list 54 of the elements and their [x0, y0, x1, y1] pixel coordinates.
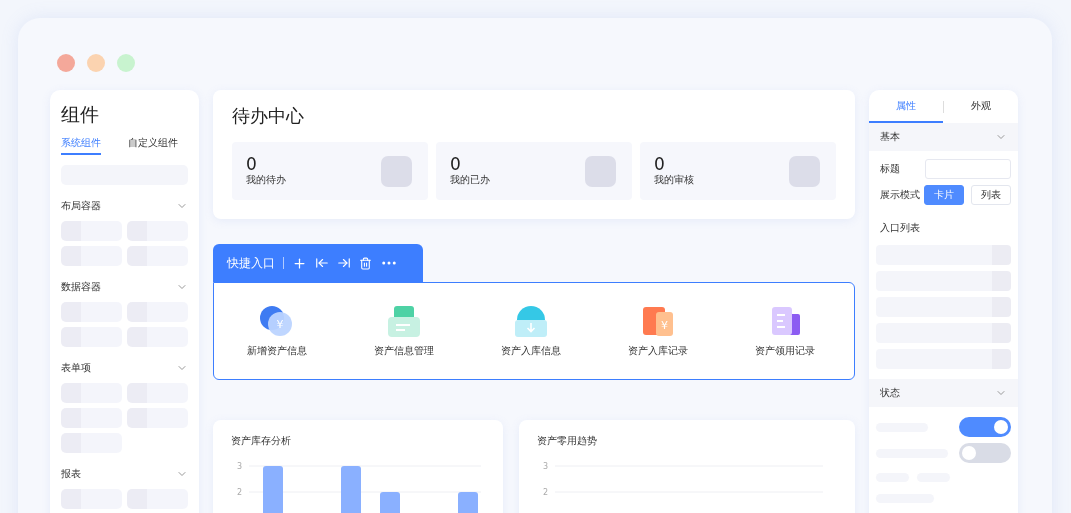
stat-value: 0: [450, 154, 462, 174]
stat-value: 0: [654, 154, 666, 174]
field-label: 展示模式: [880, 188, 920, 202]
axis-label: 2: [543, 488, 549, 497]
stat-card[interactable]: 0 我的待办: [232, 142, 428, 200]
toolbar-title: 快捷入口: [227, 254, 275, 272]
panel-tab[interactable]: 自定义组件: [128, 136, 178, 155]
placeholder-icon: [789, 155, 820, 187]
panel-tab[interactable]: 系统组件: [61, 136, 101, 155]
maximize-dot[interactable]: [117, 54, 135, 72]
bar: [458, 492, 478, 513]
toggle-switch[interactable]: [959, 443, 1011, 463]
entry-label[interactable]: 资产信息管理: [374, 344, 435, 358]
arrow-to-left-icon[interactable]: [315, 256, 329, 270]
field-label: 标题: [880, 162, 900, 176]
stat-label: 我的审核: [654, 173, 694, 188]
entry-label[interactable]: 资产领用记录: [754, 344, 815, 358]
placeholder-icon: [381, 155, 412, 187]
section-title: 数据容器: [61, 280, 101, 294]
bar: [341, 466, 361, 513]
section-title: 表单项: [61, 361, 91, 375]
stat-value: 0: [246, 154, 258, 174]
axis-tick: 3: [237, 462, 243, 471]
panel-tab[interactable]: 外观: [944, 90, 1018, 123]
placeholder-icon: [585, 155, 616, 187]
title-input[interactable]: [925, 159, 1011, 179]
chart-title: 资产零用趋势: [537, 434, 598, 448]
section-title: 报表: [61, 467, 81, 481]
stat-card[interactable]: 0 我的审核: [640, 142, 836, 200]
arrow-to-right-icon[interactable]: [337, 256, 351, 270]
toggle-switch[interactable]: [959, 417, 1011, 437]
panel-title: 组件: [61, 102, 100, 127]
field-label: 入口列表: [880, 221, 920, 235]
chart-title: 资产库存分析: [231, 434, 292, 448]
mode-button[interactable]: 列表: [971, 185, 1011, 205]
section-title: 基本: [880, 130, 900, 144]
download-icon: [512, 304, 550, 338]
card-title: 待办中心: [232, 104, 305, 128]
entry-label[interactable]: 资产入库记录: [627, 344, 688, 358]
section-title: 状态: [880, 386, 900, 400]
entry-label[interactable]: 资产入库信息: [501, 344, 561, 358]
bar: [380, 492, 400, 513]
stat-label: 我的待办: [246, 173, 286, 188]
entry-label[interactable]: 新增资产信息: [247, 344, 308, 358]
section-title: 布局容器: [61, 199, 101, 213]
close-dot[interactable]: [57, 54, 75, 72]
trash-icon[interactable]: [359, 256, 372, 270]
stat-card[interactable]: 0 我的已办: [436, 142, 632, 200]
minimize-dot[interactable]: [87, 54, 105, 72]
stat-label: 我的已办: [450, 173, 490, 188]
add-icon[interactable]: [292, 255, 307, 271]
axis-label: 3: [543, 462, 549, 471]
axis-tick: 2: [237, 488, 243, 497]
bar: [263, 466, 283, 513]
